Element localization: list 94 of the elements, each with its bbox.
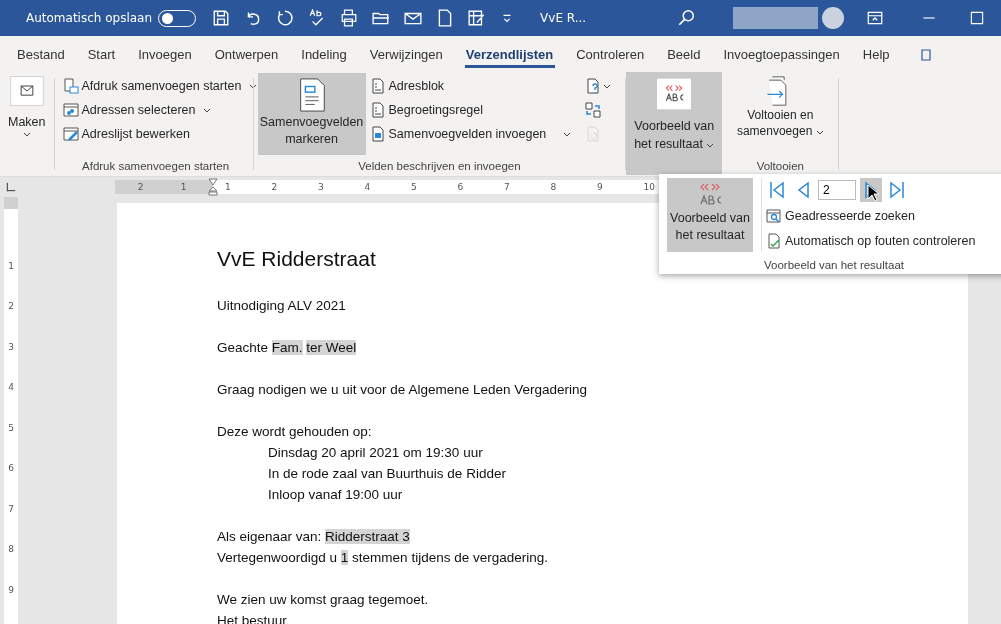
record-number-field[interactable]: 2 — [818, 180, 856, 200]
refresh-page-icon — [585, 126, 602, 142]
address-block-button[interactable]: Adresblok — [369, 75, 572, 97]
menu-tab[interactable]: Help — [851, 36, 902, 72]
ruler-number: 2 — [7, 300, 15, 314]
menu-tab[interactable]: Beeld — [656, 36, 713, 72]
highlight-fields-button[interactable]: Samenvoegvelden markeren — [257, 73, 366, 155]
ruler-number: 8 — [7, 543, 15, 557]
document-text: Deze wordt gehouden op: — [217, 423, 373, 441]
left-triangle-icon — [769, 180, 785, 200]
document-icon — [369, 126, 386, 142]
swap-arrows-icon — [585, 102, 602, 118]
group-label: Velden beschrijven en invoegen — [358, 160, 521, 172]
abc-preview-icon — [657, 78, 692, 110]
list-edit-icon — [62, 126, 79, 142]
group-label: Afdruk samenvoegen starten — [82, 160, 230, 172]
ruler-number: 10 — [643, 181, 656, 194]
start-button[interactable]: Afdruk samenvoegen starten — [62, 75, 258, 97]
ruler-number: 7 — [7, 502, 15, 516]
tab-selector[interactable] — [6, 182, 16, 192]
ruler-number: 1 — [7, 260, 15, 273]
autosave-label: Automatisch opslaan — [26, 11, 153, 25]
question-page-icon — [585, 78, 602, 94]
ruler-number: 1 — [180, 181, 187, 194]
document-text: Uitnodiging ALV 2021 — [217, 297, 347, 315]
envelope-icon — [9, 76, 44, 106]
document-mail-icon — [62, 78, 79, 94]
search-list-icon — [766, 208, 782, 224]
caret-icon — [706, 142, 715, 148]
menu-tab[interactable]: Start — [76, 36, 128, 72]
greeting-line-button[interactable]: Begroetingsregel — [369, 99, 572, 121]
edit-list-icon[interactable] — [468, 9, 487, 27]
redo-icon[interactable] — [276, 9, 295, 27]
ruler-number: 5 — [7, 421, 15, 435]
document-text: Geachte Fam. ter Weel — [217, 339, 358, 357]
document-title: VvE R... — [540, 11, 588, 25]
ribbon-display-icon[interactable] — [866, 9, 885, 27]
document-title-heading: VvE Ridderstraat — [217, 247, 376, 271]
ruler-number: 6 — [7, 462, 15, 476]
edit-button[interactable]: Adreslijst bewerken — [62, 123, 258, 145]
menu-tab[interactable]: Invoegen — [127, 36, 204, 72]
document-icon — [369, 102, 386, 118]
mouse-pointer-icon — [867, 184, 879, 202]
group-label: Voorbeeld van het resultaat — [764, 259, 904, 271]
check-errors-button[interactable]: Automatisch op fouten controleren — [766, 230, 976, 252]
ruler-number: 3 — [318, 181, 325, 194]
ruler-number: 6 — [457, 181, 465, 194]
right-triangle-icon — [889, 180, 905, 200]
document-text: We zien uw komst graag tegemoet. — [217, 591, 430, 609]
document-text: Dinsdag 20 april 2021 om 19:30 uur — [267, 444, 484, 462]
ruler-number: 4 — [7, 381, 15, 395]
menu-tab[interactable]: Controleren — [565, 36, 657, 72]
ruler-number: 9 — [597, 181, 604, 194]
document-text: Inloop vanaf 19:00 uur — [267, 486, 404, 504]
preview-results-button[interactable]: Voorbeeld van het resultaat — [626, 72, 723, 175]
ruler-number: 3 — [7, 340, 15, 354]
search-icon[interactable] — [677, 9, 696, 27]
ruler-number: 9 — [7, 583, 15, 597]
avatar[interactable] — [822, 7, 845, 29]
caret-icon — [22, 131, 31, 137]
document-text: Vertegenwoordigd u 1 stemmen tijdens de vergadering. — [217, 549, 549, 567]
page-check-icon — [766, 233, 782, 249]
document-text: Als eigenaar van: Ridderstraat 3 — [217, 528, 411, 546]
indent-marker[interactable] — [208, 178, 218, 196]
ruler-number: 2 — [137, 181, 144, 194]
ruler-number: 4 — [364, 181, 372, 194]
people-list-icon — [62, 102, 79, 118]
document-text: In de rode zaal van Buurthuis de Ridder — [267, 465, 507, 483]
menu-tab[interactable]: Indeling — [290, 36, 359, 72]
rules-button[interactable] — [585, 75, 612, 97]
menu-tab[interactable]: Ontwerpen — [203, 36, 291, 72]
menu-tab[interactable]: Verwijzingen — [358, 36, 455, 72]
caret-icon — [815, 129, 824, 135]
document-icon — [369, 78, 386, 94]
ruler-number: 1 — [225, 181, 232, 194]
group-label: Voltooien — [756, 160, 804, 172]
find-recipient-button[interactable]: Geadresseerde zoeken — [766, 205, 976, 227]
menu-tab[interactable]: Verzendlijsten — [454, 36, 566, 72]
left-triangle-icon — [795, 180, 811, 200]
ruler-number: 5 — [411, 181, 418, 194]
create-button[interactable]: Maken — [4, 72, 50, 176]
finish-merge-button[interactable]: Voltooien en samenvoegen — [730, 72, 831, 142]
save-icon[interactable] — [212, 9, 231, 27]
print-preview-icon[interactable] — [340, 9, 359, 27]
menu-tab[interactable]: Bestand — [6, 36, 77, 72]
insert-merge-field-button[interactable]: Samenvoegvelden invoegen — [369, 123, 572, 145]
ruler-number: 7 — [504, 181, 511, 194]
ruler-number: 8 — [550, 181, 558, 194]
document-text: Graag nodigen we u uit voor de Algemene Leden Vergadering — [217, 381, 589, 399]
ruler-number: 2 — [271, 181, 279, 194]
right-triangle-icon — [863, 180, 879, 200]
select-button[interactable]: Adressen selecteren — [62, 99, 258, 121]
preview-results-button[interactable]: Voorbeeld van het resultaat — [667, 178, 753, 252]
menu-tab[interactable]: Invoegtoepassingen — [712, 36, 852, 72]
